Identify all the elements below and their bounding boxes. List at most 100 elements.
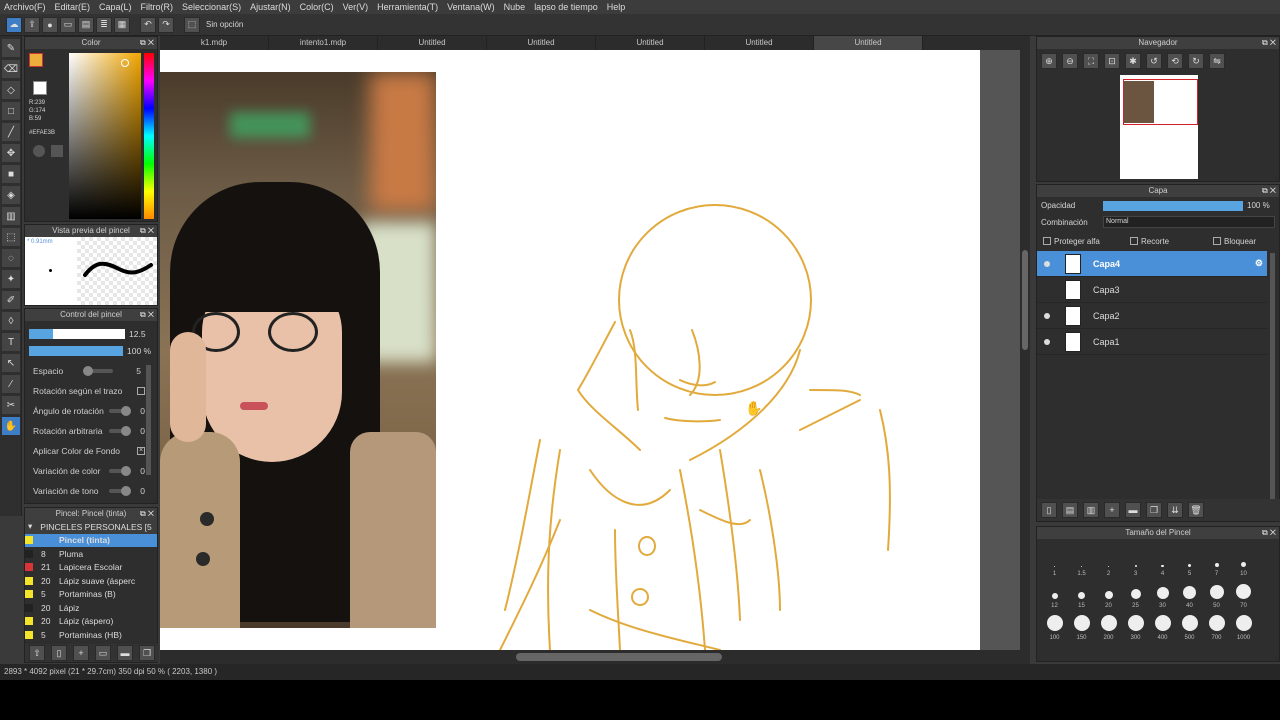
- add-layer-menu-icon[interactable]: +: [1104, 502, 1120, 518]
- eraser-alt-tool-icon[interactable]: ◇: [2, 81, 20, 99]
- brush-dup-icon[interactable]: ❐: [139, 645, 155, 661]
- brush-opacity-bar[interactable]: [29, 346, 123, 356]
- grid-icon[interactable]: ▦: [114, 16, 130, 33]
- tab-untitled-2[interactable]: Untitled: [487, 36, 596, 50]
- text-tool-icon[interactable]: T: [2, 333, 20, 351]
- menu-filtro[interactable]: Filtro(R): [141, 2, 174, 12]
- horizontal-scrollbar[interactable]: [160, 650, 1030, 664]
- tab-intento1[interactable]: intento1.mdp: [269, 36, 378, 50]
- menu-color[interactable]: Color(C): [300, 2, 334, 12]
- delete-layer-icon[interactable]: 🗑: [1188, 502, 1204, 518]
- lasso-tool-icon[interactable]: ◌: [2, 249, 20, 267]
- layer-settings-icon[interactable]: ⚙: [1255, 258, 1263, 269]
- menu-nube[interactable]: Nube: [504, 2, 526, 12]
- brush-copy-icon[interactable]: ▭: [95, 645, 111, 661]
- zoom-in-icon[interactable]: ⊕: [1041, 53, 1057, 69]
- brush-tool-icon[interactable]: ✎: [2, 39, 20, 57]
- layer-row[interactable]: Capa4 ⚙: [1037, 251, 1267, 277]
- close-icon[interactable]: ⧉ ✕: [140, 225, 154, 237]
- palette-icon[interactable]: [33, 145, 45, 157]
- magic-wand-tool-icon[interactable]: ✦: [2, 270, 20, 288]
- zoom-out-icon[interactable]: ⊖: [1062, 53, 1078, 69]
- vertical-scrollbar[interactable]: [1020, 50, 1030, 650]
- layer-row[interactable]: Capa1: [1037, 329, 1267, 355]
- brush-size-option[interactable]: 30: [1149, 577, 1176, 609]
- tab-k1[interactable]: k1.mdp: [160, 36, 269, 50]
- eraser-tool-icon[interactable]: ⌫: [2, 60, 20, 78]
- main-color-swatch[interactable]: [29, 53, 43, 67]
- visibility-icon[interactable]: [1044, 260, 1050, 267]
- brush-add-icon[interactable]: +: [73, 645, 89, 661]
- new-folder-icon[interactable]: ▬: [1125, 502, 1141, 518]
- new-brush-icon[interactable]: ▯: [51, 645, 67, 661]
- new-layer-8bit-icon[interactable]: ▥: [1083, 502, 1099, 518]
- brush-size-option[interactable]: 40: [1176, 577, 1203, 609]
- flip-icon[interactable]: ⇋: [1209, 53, 1225, 69]
- page-icon[interactable]: ▤: [78, 16, 94, 33]
- window-icon[interactable]: ▭: [60, 16, 76, 33]
- brush-size-option[interactable]: 200: [1095, 609, 1122, 641]
- brush-control-scrollbar[interactable]: [146, 365, 151, 475]
- menu-ver[interactable]: Ver(V): [343, 2, 369, 12]
- rotate-left-icon[interactable]: ↺: [1146, 53, 1162, 69]
- color-square[interactable]: [69, 53, 141, 219]
- rotation-stroke-checkbox[interactable]: [137, 387, 145, 395]
- brush-item[interactable]: 20 Lápiz (áspero): [25, 615, 157, 629]
- hand-tool-icon[interactable]: ✋: [2, 417, 20, 435]
- brush-size-option[interactable]: 700: [1203, 609, 1230, 641]
- copy-color-icon[interactable]: [51, 145, 63, 157]
- menu-lapso[interactable]: lapso de tiempo: [534, 2, 598, 12]
- menu-help[interactable]: Help: [607, 2, 626, 12]
- brush-size-option[interactable]: 100: [1041, 609, 1068, 641]
- brush-size-option[interactable]: 150: [1068, 609, 1095, 641]
- brush-size-option[interactable]: 400: [1149, 609, 1176, 641]
- rotate-right-icon[interactable]: ↻: [1188, 53, 1204, 69]
- brush-size-option[interactable]: 1000: [1230, 609, 1257, 641]
- visibility-icon[interactable]: [1044, 338, 1050, 345]
- tab-untitled-4[interactable]: Untitled: [705, 36, 814, 50]
- merge-layer-icon[interactable]: ⇊: [1167, 502, 1183, 518]
- brush-item[interactable]: Pincel (tinta): [25, 533, 157, 547]
- brush-size-bar[interactable]: [29, 329, 125, 339]
- fill-rect-tool-icon[interactable]: ■: [2, 165, 20, 183]
- canvas-area[interactable]: ✋: [160, 50, 1030, 650]
- hue-bar[interactable]: [144, 53, 154, 219]
- brush-item[interactable]: 21 Lapicera Escolar: [25, 561, 157, 575]
- layer-row[interactable]: Capa2: [1037, 303, 1267, 329]
- menu-seleccionar[interactable]: Seleccionar(S): [182, 2, 241, 12]
- fit-icon[interactable]: ⛶: [1083, 53, 1099, 69]
- brush-group-header[interactable]: ▾ PINCELES PERSONALES [5: [25, 520, 157, 534]
- brush-size-option[interactable]: 25: [1122, 577, 1149, 609]
- brush-size-option[interactable]: 1: [1041, 545, 1068, 577]
- select-pen-tool-icon[interactable]: ✐: [2, 291, 20, 309]
- list-icon[interactable]: ≣: [96, 16, 112, 33]
- brush-size-option[interactable]: 2: [1095, 545, 1122, 577]
- rotation-random-slider[interactable]: [109, 426, 131, 436]
- tab-untitled-5[interactable]: Untitled: [814, 36, 923, 50]
- brush-size-option[interactable]: 1.5: [1068, 545, 1095, 577]
- undo-icon[interactable]: ↶: [140, 16, 156, 33]
- fullscreen-icon[interactable]: ✱: [1125, 53, 1141, 69]
- brush-size-option[interactable]: 10: [1230, 545, 1257, 577]
- rotate-reset-icon[interactable]: ⟲: [1167, 53, 1183, 69]
- brush-size-option[interactable]: 3: [1122, 545, 1149, 577]
- new-layer-icon[interactable]: ▯: [1041, 502, 1057, 518]
- brush-item[interactable]: 8 Pluma: [25, 547, 157, 561]
- brush-size-option[interactable]: 5: [1176, 545, 1203, 577]
- navigator-thumbnail[interactable]: [1120, 75, 1198, 179]
- move-tool-icon[interactable]: ✥: [2, 144, 20, 162]
- spacing-slider[interactable]: [83, 366, 113, 376]
- sub-color-swatch[interactable]: [33, 81, 47, 95]
- cloud-icon[interactable]: ☁: [6, 16, 22, 33]
- divide-tool-icon[interactable]: ✂: [2, 396, 20, 414]
- apply-bg-checkbox[interactable]: ×: [137, 447, 145, 455]
- brush-folder-icon[interactable]: ▬: [117, 645, 133, 661]
- rect-tool-icon[interactable]: □: [2, 102, 20, 120]
- tab-untitled-3[interactable]: Untitled: [596, 36, 705, 50]
- color-var-slider[interactable]: [109, 466, 131, 476]
- brush-size-option[interactable]: 4: [1149, 545, 1176, 577]
- duplicate-layer-icon[interactable]: ❐: [1146, 502, 1162, 518]
- layer-scrollbar[interactable]: [1270, 253, 1275, 503]
- brush-item[interactable]: 20 Lápiz: [25, 601, 157, 615]
- clip-checkbox[interactable]: [1130, 237, 1138, 245]
